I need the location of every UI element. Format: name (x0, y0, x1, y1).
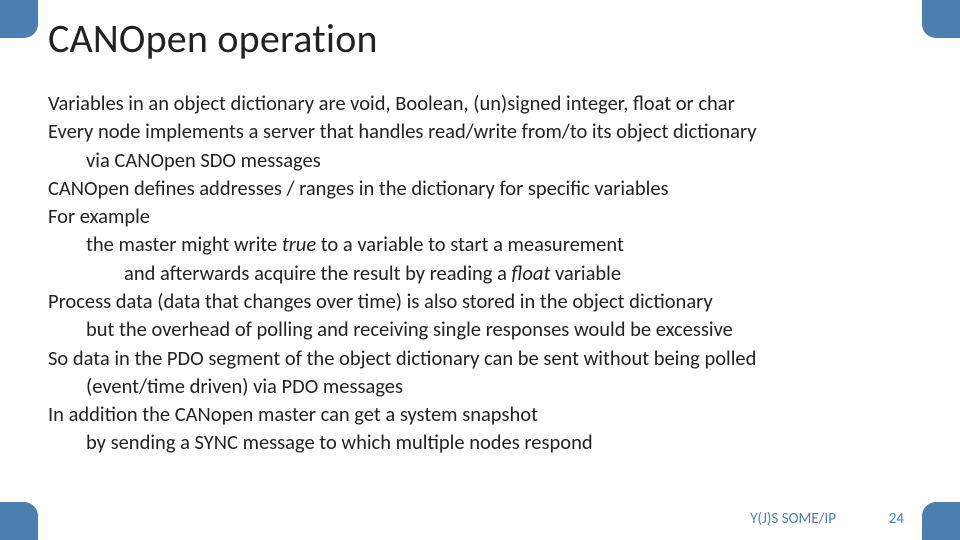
body-line-indent: the master might write true to a variabl… (48, 230, 912, 258)
text-run: to a variable to start a measurement (316, 231, 624, 257)
body-line-indent: (event/time driven) via PDO messages (48, 372, 912, 400)
text-run: variable (550, 260, 621, 286)
body-line: Every node implements a server that hand… (48, 117, 912, 145)
body-line: In addition the CANopen master can get a… (48, 400, 912, 428)
slide-container: CANOpen operation Variables in an object… (0, 0, 960, 540)
text-run: and afterwards acquire the result by rea… (124, 260, 512, 286)
slide-title: CANOpen operation (48, 14, 912, 63)
body-line-indent2: and afterwards acquire the result by rea… (48, 259, 912, 287)
body-line: For example (48, 202, 912, 230)
text-run: the master might write (86, 231, 282, 257)
body-line: CANOpen defines addresses / ranges in th… (48, 174, 912, 202)
body-line-indent: by sending a SYNC message to which multi… (48, 428, 912, 456)
body-line: Process data (data that changes over tim… (48, 287, 912, 315)
body-line: So data in the PDO segment of the object… (48, 344, 912, 372)
slide-footer: Y(J)S SOME/IP 24 (750, 510, 904, 528)
footer-tag: Y(J)S SOME/IP (750, 510, 836, 528)
page-number: 24 (884, 510, 904, 528)
body-line: Variables in an object dictionary are vo… (48, 89, 912, 117)
body-line-indent: via CANOpen SDO messages (48, 146, 912, 174)
body-line-indent: but the overhead of polling and receivin… (48, 315, 912, 343)
emphasis-text: true (282, 231, 316, 257)
emphasis-text: float (512, 260, 551, 286)
slide-body: Variables in an object dictionary are vo… (48, 89, 912, 457)
